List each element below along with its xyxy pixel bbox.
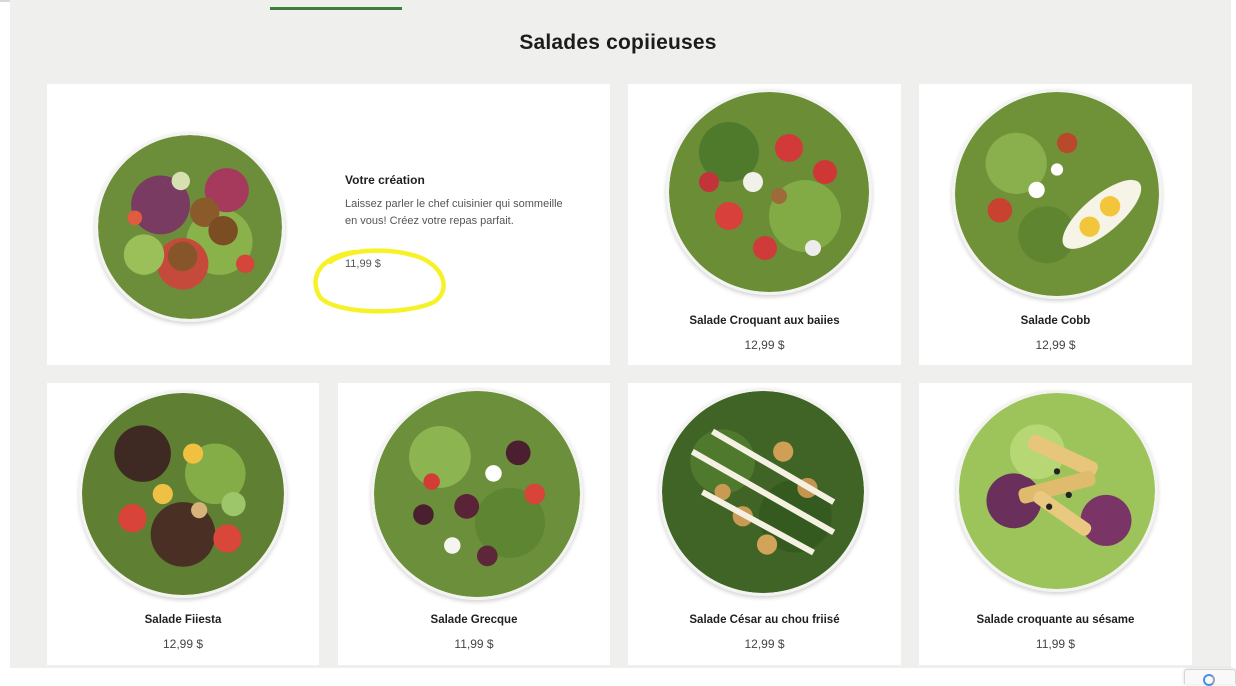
menu-card-salade-cobb[interactable]: Salade Cobb 12,99 $ bbox=[919, 84, 1192, 365]
window-edge bbox=[1231, 0, 1236, 683]
menu-item-price: 11,99 $ bbox=[454, 637, 494, 651]
menu-page: Votre création Laissez parler le chef cu… bbox=[10, 0, 1232, 668]
menu-item-name: Salade César au chou friisé bbox=[689, 614, 840, 626]
menu-card-salade-fiesta[interactable]: Salade Fiiesta 12,99 $ bbox=[47, 383, 319, 665]
salad-bowl-image bbox=[952, 89, 1162, 299]
bottom-strip bbox=[0, 668, 1236, 683]
salad-bowl-image bbox=[666, 89, 872, 295]
recaptcha-badge[interactable] bbox=[1184, 669, 1236, 686]
menu-item-name: Salade Fiiesta bbox=[144, 614, 222, 626]
salad-image-cesar-chou-frise bbox=[662, 391, 864, 593]
menu-item-price: 12,99 $ bbox=[744, 338, 785, 352]
menu-item-price: 11,99 $ bbox=[1035, 637, 1076, 651]
salad-image-croquant-aux-baies bbox=[669, 92, 869, 292]
menu-card-salade-croquante-au-sesame[interactable]: Salade croquante au sésame 11,99 $ bbox=[919, 383, 1192, 665]
salad-image-croquante-sesame bbox=[959, 393, 1155, 589]
featured-item-description: Laissez parler le chef cuisinier qui som… bbox=[345, 198, 563, 227]
salad-bowl-image bbox=[371, 388, 583, 600]
salad-bowl-image bbox=[79, 390, 287, 598]
menu-card-salade-grecque[interactable]: Salade Grecque 11,99 $ bbox=[338, 383, 610, 665]
menu-item-price: 12,99 $ bbox=[744, 637, 785, 651]
menu-item-name: Salade Croquant aux baiies bbox=[689, 315, 840, 327]
menu-item-name: Salade croquante au sésame bbox=[976, 614, 1135, 626]
menu-item-name: Salade Cobb bbox=[1020, 315, 1091, 327]
salad-bowl-image bbox=[956, 390, 1158, 592]
salad-image-cobb bbox=[955, 92, 1159, 296]
menu-item-price: 12,99 $ bbox=[1035, 338, 1076, 352]
salad-image-votre-creation bbox=[98, 135, 282, 319]
salad-image-fiesta bbox=[82, 393, 284, 595]
menu-card-salade-croquant-aux-baies[interactable]: Salade Croquant aux baiies 12,99 $ bbox=[628, 84, 901, 365]
featured-item-price: 11,99 $ bbox=[345, 258, 381, 270]
menu-item-name: Salade Grecque bbox=[430, 614, 518, 626]
menu-card-votre-creation[interactable]: Votre création Laissez parler le chef cu… bbox=[47, 84, 610, 365]
featured-item-name: Votre création bbox=[345, 173, 425, 187]
salad-image-grecque bbox=[374, 391, 580, 597]
salad-bowl-image bbox=[659, 388, 867, 596]
menu-item-price: 12,99 $ bbox=[162, 637, 204, 651]
recaptcha-icon bbox=[1203, 674, 1215, 686]
salad-bowl-image bbox=[95, 132, 285, 322]
section-title: Salades copiieuses bbox=[519, 31, 717, 54]
active-tab-indicator bbox=[270, 7, 402, 10]
menu-card-salade-cesar-au-chou-frise[interactable]: Salade César au chou friisé 12,99 $ bbox=[628, 383, 901, 665]
